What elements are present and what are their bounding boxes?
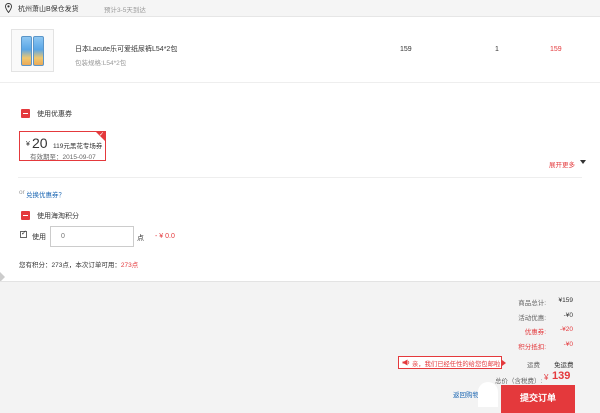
megaphone-icon <box>402 359 410 366</box>
submit-order-button[interactable]: 提交订单 <box>501 385 575 413</box>
points-deduction: - ¥ 0.0 <box>155 233 175 240</box>
use-points-label: 使用海淘积分 <box>37 213 79 220</box>
check-icon: ✓ <box>21 230 27 237</box>
map-pin-icon <box>5 3 12 13</box>
use-points-toggle[interactable] <box>21 211 30 220</box>
coupon-currency: ¥ <box>26 141 30 148</box>
diaper-pack-image <box>21 36 32 66</box>
shipping-label: 运费 <box>527 362 540 369</box>
points-usable: 273点 <box>120 262 139 269</box>
exchange-coupon-link[interactable]: 兑换优惠券？ <box>26 189 65 199</box>
total-amount: 139 <box>552 370 571 382</box>
diaper-pack-image <box>33 36 44 66</box>
or-text: or <box>19 189 25 196</box>
caret-down-icon[interactable] <box>580 160 586 164</box>
summary-label-coupon: 优惠券: <box>524 329 546 336</box>
warehouse-label: 杭州萧山B保仓发货 <box>18 6 79 13</box>
shipping-value: 免运费 <box>554 362 574 369</box>
product-row: 日本Lacute乐可爱纸尿裤L54*2包 包装规格:L54*2包 159 1 1… <box>0 17 600 83</box>
line-total: 159 <box>550 46 562 53</box>
delivery-eta: 预计3-5天到达 <box>104 7 146 14</box>
points-input[interactable] <box>50 226 134 247</box>
points-balance-info: 您有积分：273点，本次订单可用：273点 <box>19 259 138 269</box>
coupon-card[interactable]: ¥ 20 119元黑花专场券 有效期至：2015-09-07 ✓ <box>19 131 106 161</box>
total-currency: ¥ <box>544 373 549 382</box>
section-divider <box>18 177 582 178</box>
summary-label-subtotal: 商品总计: <box>518 300 546 307</box>
use-coupon-label: 使用优惠券 <box>37 111 72 118</box>
use-label: 使用 <box>32 234 46 241</box>
summary-label-points: 积分抵扣: <box>518 344 546 351</box>
expand-more-link[interactable]: 展开更多 <box>549 159 575 169</box>
points-info-middle: ，本次订单可用： <box>68 262 121 269</box>
points-info-prefix: 您有积分： <box>19 262 52 269</box>
points-available: 273点 <box>51 262 69 269</box>
product-spec: 包装规格:L54*2包 <box>75 60 127 67</box>
summary-value-points: -¥0 <box>563 341 573 348</box>
shipping-bar: 杭州萧山B保仓发货 预计3-5天到达 <box>0 0 600 17</box>
summary-value-promotion: -¥0 <box>563 312 573 319</box>
summary-value-subtotal: ¥159 <box>558 297 573 304</box>
product-thumbnail[interactable] <box>11 29 54 72</box>
submit-order-label: 提交订单 <box>519 393 556 403</box>
summary-value-coupon: -¥20 <box>559 326 573 333</box>
quantity: 1 <box>495 46 499 53</box>
overlay-bubble <box>478 382 498 407</box>
free-shipping-message: 亲，我们已经任性的给您包邮啦！ <box>412 361 507 368</box>
free-shipping-notice: 亲，我们已经任性的给您包邮啦！ <box>398 356 506 369</box>
unit-price: 159 <box>400 46 412 53</box>
points-unit: 点 <box>137 235 144 242</box>
use-points-checkbox[interactable]: ✓ <box>20 230 27 238</box>
total-label: 总价（含税费）: <box>495 378 543 385</box>
summary-label-promotion: 活动优惠: <box>518 315 546 322</box>
product-name[interactable]: 日本Lacute乐可爱纸尿裤L54*2包 <box>75 44 177 54</box>
coupon-validity: 有效期至：2015-09-07 <box>30 154 96 161</box>
coupon-amount: 20 <box>32 135 48 151</box>
use-coupon-toggle[interactable] <box>21 109 30 118</box>
order-summary: 商品总计: ¥159 活动优惠: -¥0 优惠券: -¥20 积分抵扣: -¥0… <box>0 281 600 413</box>
check-icon: ✓ <box>98 132 104 138</box>
